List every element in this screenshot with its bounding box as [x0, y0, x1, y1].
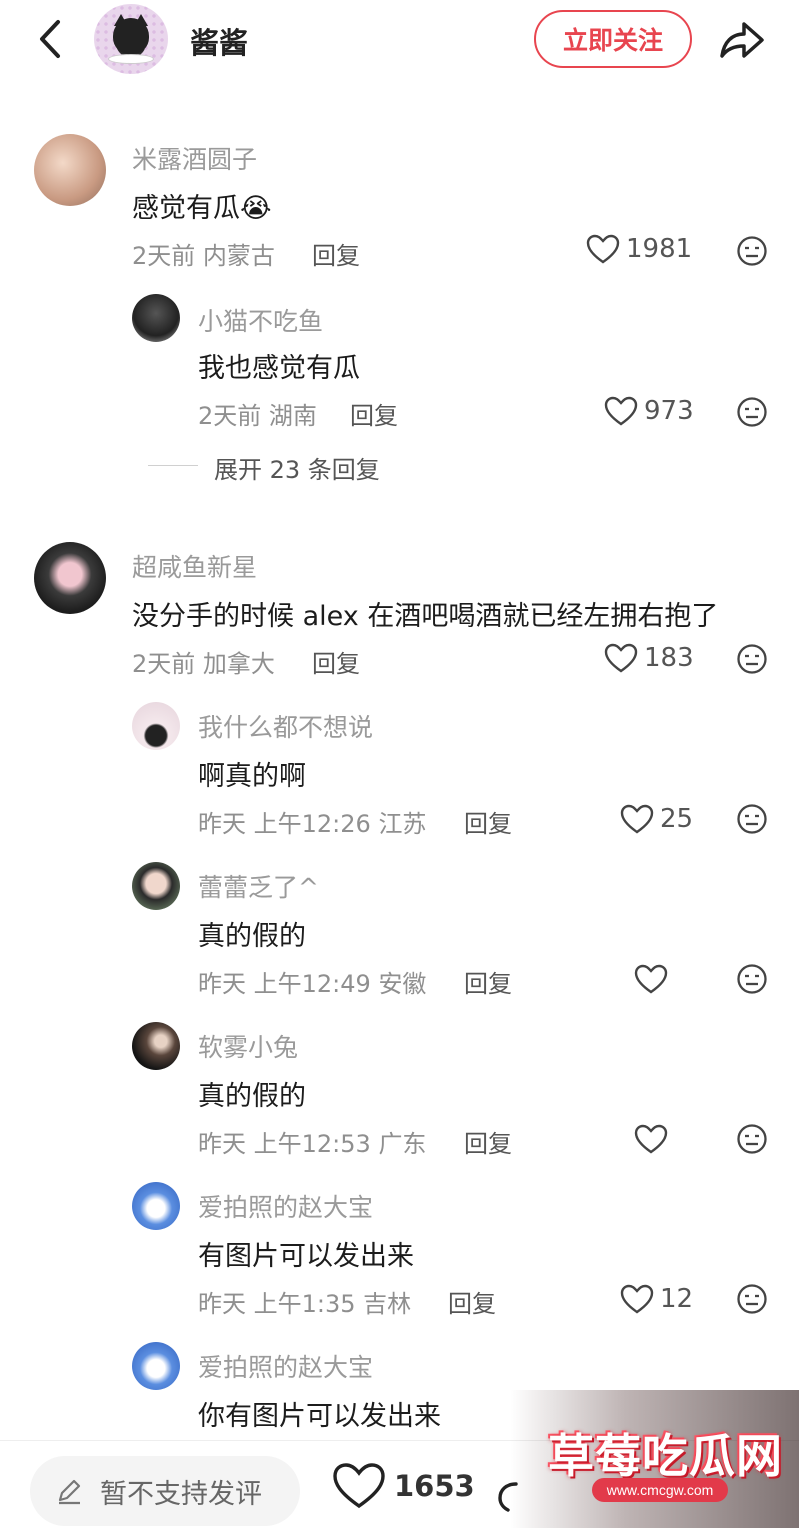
top-bar: 酱酱 立即关注 [0, 0, 799, 80]
heart-icon [634, 964, 668, 994]
reply-button[interactable]: 回复 [464, 964, 512, 999]
comment-meta: 2天前 内蒙古 [132, 242, 275, 270]
expand-divider [148, 465, 198, 466]
like-button[interactable]: 973 [604, 396, 694, 426]
follow-button[interactable]: 立即关注 [534, 10, 692, 68]
comment-input[interactable]: 暂不支持发评 [30, 1456, 300, 1526]
author-avatar[interactable] [94, 4, 168, 74]
commenter-avatar[interactable] [34, 134, 106, 206]
reply-button[interactable]: 回复 [448, 1284, 496, 1319]
replier-name[interactable]: 爱拍照的赵大宝 [198, 1348, 373, 1384]
share-icon[interactable] [716, 16, 766, 62]
watermark-url: www.cmcgw.com [592, 1478, 728, 1502]
author-name[interactable]: 酱酱 [190, 20, 248, 62]
heart-icon [620, 1284, 654, 1314]
like-button[interactable]: 12 [620, 1284, 693, 1314]
dislike-face-icon[interactable] [736, 1283, 768, 1315]
reply-text: 啊真的啊 [198, 761, 306, 792]
reply-button[interactable]: 回复 [312, 236, 360, 271]
replier-avatar[interactable] [132, 702, 180, 750]
like-button[interactable]: 183 [604, 643, 694, 673]
replier-avatar[interactable] [132, 1342, 180, 1390]
watermark-title: 草莓吃瓜网 [548, 1429, 783, 1483]
like-count: 183 [644, 643, 694, 673]
heart-icon [604, 396, 638, 426]
replier-name[interactable]: 蕾蕾乏了^ [198, 868, 319, 904]
commenter-avatar[interactable] [34, 542, 106, 614]
replier-name[interactable]: 软雾小兔 [198, 1028, 298, 1064]
like-button[interactable]: 25 [620, 804, 693, 834]
reply-meta: 昨天 上午12:53 广东 [198, 1130, 427, 1158]
reply-meta: 昨天 上午12:26 江苏 [198, 810, 427, 838]
post-like-button[interactable]: 1653 [332, 1462, 475, 1510]
crying-emoji-icon: 😭 [240, 193, 272, 224]
comment-text: 没分手的时候 alex 在酒吧喝酒就已经左拥右抱了 [132, 601, 719, 632]
comment-input-placeholder: 暂不支持发评 [100, 1478, 262, 1510]
heart-icon [620, 804, 654, 834]
reply-button[interactable]: 回复 [350, 396, 398, 431]
reply-text: 我也感觉有瓜 [198, 353, 360, 384]
heart-icon [634, 1124, 668, 1154]
dislike-face-icon[interactable] [736, 803, 768, 835]
commenter-name[interactable]: 超咸鱼新星 [132, 548, 257, 584]
like-button[interactable] [634, 964, 674, 994]
dislike-face-icon[interactable] [736, 1123, 768, 1155]
like-count: 973 [644, 396, 694, 426]
like-count: 25 [660, 804, 694, 834]
reply-text: 真的假的 [198, 921, 306, 952]
replier-name[interactable]: 爱拍照的赵大宝 [198, 1188, 373, 1224]
commenter-name[interactable]: 米露酒圆子 [132, 140, 257, 176]
like-button[interactable] [634, 1124, 674, 1154]
comment-meta: 2天前 加拿大 [132, 650, 275, 678]
replier-avatar[interactable] [132, 1182, 180, 1230]
dislike-face-icon[interactable] [736, 396, 768, 428]
back-icon[interactable] [34, 18, 66, 60]
heart-icon [333, 1463, 385, 1509]
expand-replies-button[interactable]: 展开 23 条回复 [214, 450, 380, 485]
replier-avatar[interactable] [132, 294, 180, 342]
like-count: 12 [660, 1284, 694, 1314]
dislike-face-icon[interactable] [736, 643, 768, 675]
replier-avatar[interactable] [132, 1022, 180, 1070]
comment-text: 感觉有瓜😭 [132, 193, 272, 224]
replier-avatar[interactable] [132, 862, 180, 910]
reply-text: 有图片可以发出来 [198, 1241, 414, 1272]
reply-button[interactable]: 回复 [464, 1124, 512, 1159]
reply-meta: 昨天 上午1:35 吉林 [198, 1290, 412, 1318]
dislike-face-icon[interactable] [736, 963, 768, 995]
reply-text: 你有图片可以发出来 [198, 1401, 441, 1432]
pencil-icon [58, 1479, 81, 1505]
dislike-face-icon[interactable] [736, 235, 768, 267]
replier-name[interactable]: 我什么都不想说 [198, 708, 373, 744]
reply-meta: 2天前 湖南 [198, 402, 317, 430]
like-count: 1981 [626, 234, 693, 264]
like-button[interactable]: 1981 [586, 234, 692, 264]
replier-name[interactable]: 小猫不吃鱼 [198, 302, 323, 338]
heart-icon [604, 643, 638, 673]
heart-icon [586, 234, 620, 264]
reply-meta: 昨天 上午12:49 安徽 [198, 970, 427, 998]
post-like-count: 1653 [394, 1469, 475, 1503]
reply-button[interactable]: 回复 [464, 804, 512, 839]
reply-button[interactable]: 回复 [312, 644, 360, 679]
reply-text: 真的假的 [198, 1081, 306, 1112]
